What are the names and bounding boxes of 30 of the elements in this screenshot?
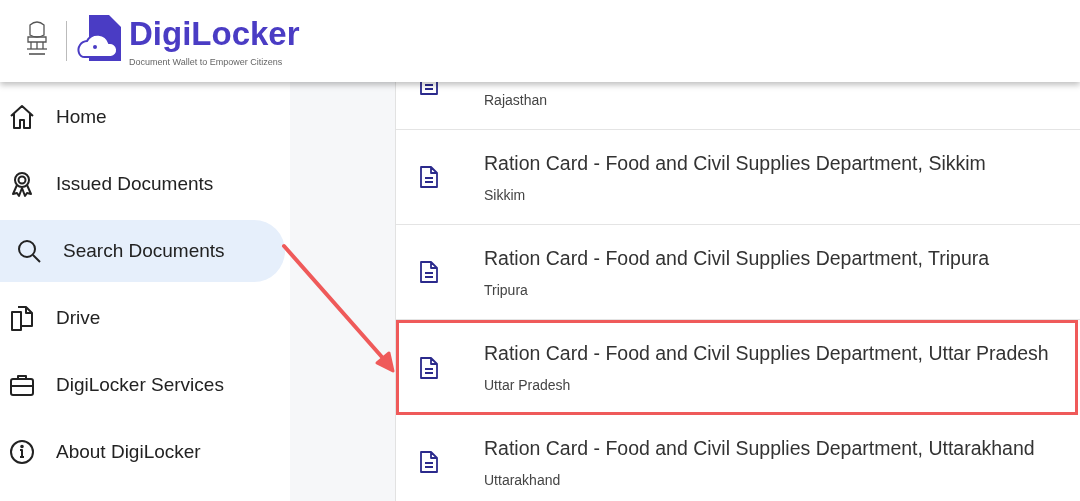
info-icon xyxy=(8,438,36,466)
document-icon xyxy=(419,355,439,380)
sidebar-item[interactable]: Issued Documents xyxy=(0,153,285,215)
sidebar-item[interactable]: Home xyxy=(0,86,285,148)
result-subtitle: Sikkim xyxy=(484,186,527,203)
result-subtitle: Uttarakhand xyxy=(484,471,562,488)
files-icon xyxy=(8,304,36,332)
result-title: Ration Card - Food and Civil Supplies Department, Uttar Pradesh xyxy=(484,342,1049,365)
sidebar-item[interactable]: About DigiLocker xyxy=(0,421,285,483)
sidebar-item[interactable]: Search Documents xyxy=(0,220,285,282)
result-row[interactable]: Ration Card - Food and Civil Supplies Department, Tripura Tripura xyxy=(396,225,1080,320)
brand-name: DigiLocker xyxy=(129,15,300,53)
result-title: Ration Card - Food and Civil Supplies Department, Uttarakhand xyxy=(484,436,1035,460)
result-subtitle: Tripura xyxy=(484,281,529,298)
result-title: Ration Card - Food and Civil Supplies Department, Sikkim xyxy=(484,151,986,175)
result-row[interactable]: Rajasthan xyxy=(396,82,1080,130)
brand-tagline: Document Wallet to Empower Citizens xyxy=(129,57,284,67)
result-row[interactable]: Ration Card - Food and Civil Supplies Department, Uttar Pradesh Uttar Pradesh xyxy=(396,320,1078,415)
document-icon xyxy=(419,260,439,284)
document-icon xyxy=(419,165,439,189)
result-title: Ration Card - Food and Civil Supplies Department, Tripura xyxy=(484,246,990,270)
sidebar-item[interactable]: Drive xyxy=(0,287,285,349)
document-icon xyxy=(419,450,439,474)
result-row[interactable]: Ration Card - Food and Civil Supplies Department, Sikkim Sikkim xyxy=(396,130,1080,225)
result-subtitle: Uttar Pradesh xyxy=(484,377,572,393)
result-subtitle: Rajasthan xyxy=(484,92,548,108)
search-icon xyxy=(15,237,43,265)
home-icon xyxy=(8,103,36,131)
sidebar-item[interactable]: DigiLocker Services xyxy=(0,354,285,416)
result-row[interactable]: Ration Card - Food and Civil Supplies Department, Uttarakhand Uttarakhand xyxy=(396,415,1080,501)
